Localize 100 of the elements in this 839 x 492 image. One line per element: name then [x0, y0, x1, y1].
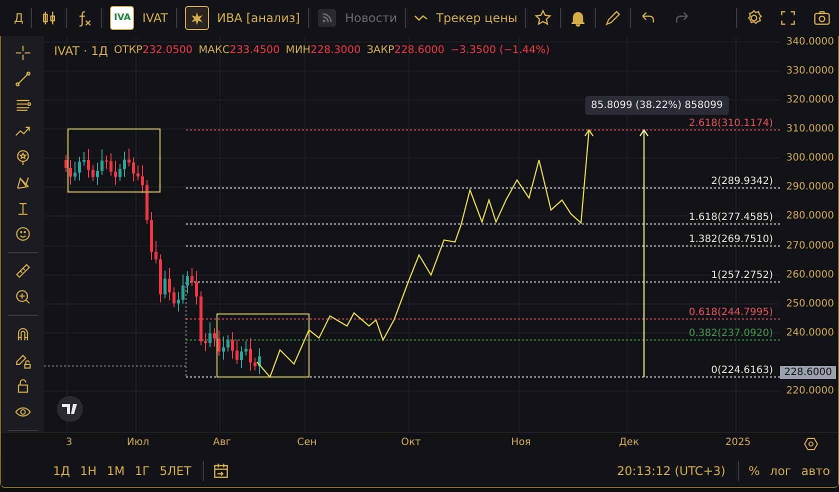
calendar-icon[interactable] — [212, 462, 230, 480]
candlestick — [190, 268, 194, 286]
candlestick — [132, 157, 135, 182]
wave-icon — [414, 13, 428, 23]
price-tick-label: 310.0000 — [786, 124, 834, 134]
candlestick — [222, 336, 225, 360]
measure-tooltip: 85.8099 (38.22%) 858099 — [585, 96, 729, 115]
candlestick — [218, 330, 220, 356]
price-tick-label: 270.0000 — [786, 240, 834, 252]
candlestick — [74, 161, 76, 182]
flower-icon — [190, 11, 204, 25]
ohlc-value: 233.4500 — [230, 44, 280, 58]
candlestick — [110, 152, 112, 176]
price-tick-label: 320.0000 — [786, 94, 834, 106]
time-tick-label: Дек — [619, 437, 639, 448]
symbol-title: IVAT · 1Д — [54, 44, 108, 58]
fib-level-label: 1(257.2752) — [711, 270, 773, 282]
candlestick — [123, 151, 126, 178]
candlestick — [177, 291, 180, 312]
candlestick — [254, 357, 256, 371]
candlestick — [200, 291, 202, 346]
auto-button[interactable]: авто — [797, 462, 834, 480]
price-tick-label: 260.0000 — [786, 270, 834, 280]
candlestick — [136, 164, 140, 181]
ohlc-label: МАКС — [198, 44, 230, 58]
candlestick — [92, 164, 94, 182]
candlestick — [114, 160, 117, 186]
candlestick — [118, 163, 122, 182]
candlestick — [186, 270, 189, 294]
pencil-icon[interactable] — [604, 9, 622, 27]
fib-level-label: 2.618(310.1174) — [688, 118, 773, 130]
ohlc-label: ОТКР — [114, 44, 143, 58]
fib-level-label: 0.618(244.7995) — [688, 307, 773, 319]
candlestick — [96, 162, 99, 186]
ohlc-label: МИН — [286, 44, 311, 58]
candlestick — [100, 149, 104, 176]
range-button[interactable]: 1Д — [49, 462, 74, 480]
candlestick — [78, 156, 81, 182]
interval-button[interactable]: Д — [6, 5, 32, 31]
candlestick — [182, 274, 184, 304]
ohlc-label: ЗАКР — [366, 44, 394, 58]
rss-icon — [316, 8, 337, 28]
star-icon[interactable] — [534, 9, 552, 27]
candlestick — [64, 154, 68, 172]
candlestick — [172, 286, 176, 308]
price-tick-label: 240.0000 — [786, 328, 834, 338]
candlestick — [105, 155, 108, 170]
log-button[interactable]: лог — [766, 462, 796, 480]
trend-line-icon[interactable] — [12, 70, 32, 88]
price-tracker-button[interactable]: Трекер цены — [406, 5, 526, 31]
time-tick-label: Июл — [126, 437, 150, 448]
candlestick — [69, 160, 72, 186]
range-button[interactable]: 5ЛЕТ — [156, 462, 196, 480]
fib-level-label: 0(224.6163) — [711, 365, 773, 377]
settings-icon[interactable] — [745, 9, 763, 27]
settings-icon[interactable] — [803, 436, 819, 452]
price-tick-label: 290.0000 — [786, 182, 834, 192]
price-change: −3.3500 (−1.44%) — [450, 44, 550, 58]
percent-button[interactable]: % — [744, 462, 764, 480]
candlestick — [236, 339, 238, 364]
time-tick-label: Окт — [401, 437, 421, 448]
time-tick-label: Ноя — [511, 437, 531, 448]
ohlc-value: 228.6000 — [394, 44, 444, 58]
price-tick-label: 340.0000 — [786, 36, 834, 48]
candlestick — [244, 340, 248, 356]
symbol-button[interactable]: IVA IVAT — [102, 5, 176, 31]
candlestick — [240, 346, 243, 368]
candlestick — [87, 148, 90, 178]
price-tick-label: 330.0000 — [786, 66, 834, 76]
candlestick — [258, 348, 261, 375]
candlestick — [249, 337, 252, 372]
ohlc-value: 232.0500 — [142, 44, 193, 58]
price-tick-label: 300.0000 — [786, 152, 834, 164]
indicator-button[interactable]: ИВА [анализ] — [176, 5, 308, 31]
fib-level-label: 1.382(269.7510) — [688, 234, 773, 246]
candlestick — [141, 164, 144, 194]
time-tick-label: Авг — [213, 437, 231, 448]
candlestick — [154, 240, 158, 264]
candlestick — [168, 267, 171, 301]
candlestick — [159, 254, 162, 303]
time-tick-label: 2025 — [725, 437, 751, 448]
range-button[interactable]: 1М — [102, 462, 129, 480]
camera-icon[interactable] — [813, 9, 831, 27]
candlestick — [164, 270, 166, 299]
last-price-tag: 228.6000 — [780, 366, 836, 379]
price-tick-label: 280.0000 — [786, 210, 834, 222]
candlestick — [204, 332, 207, 352]
candlestick — [146, 180, 148, 224]
candlestick — [213, 328, 216, 347]
candlestick — [82, 152, 86, 166]
range-button[interactable]: 1Г — [130, 462, 154, 480]
bell-icon[interactable] — [569, 9, 588, 27]
fib-level-label: 2(289.9342) — [711, 176, 773, 188]
price-tick-label: 220.0000 — [786, 386, 834, 396]
range-button[interactable]: 1Н — [76, 462, 101, 480]
fib-level-label: 1.618(277.4585) — [688, 212, 773, 224]
clock-text: 20:13:12 (UTC+3) — [616, 464, 726, 478]
fullscreen-icon[interactable] — [779, 9, 797, 27]
price-tick-label: 250.0000 — [786, 298, 834, 310]
time-tick-label: Сен — [297, 437, 317, 448]
